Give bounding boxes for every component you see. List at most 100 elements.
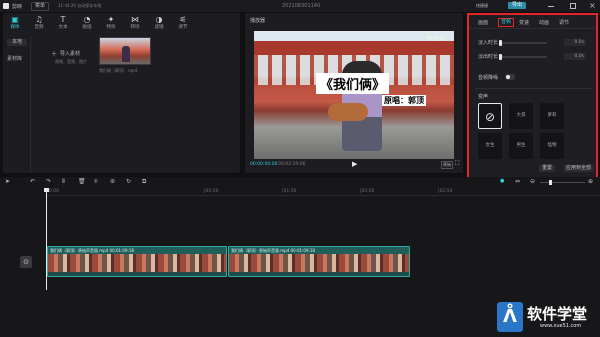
tab-animation[interactable]: 动画 (539, 19, 549, 26)
site-watermark: ᐰ 软件学堂 www.xue51.com (497, 300, 597, 334)
fade-in-slider-knob[interactable] (499, 40, 502, 46)
fade-out-value[interactable]: 0.0s (564, 53, 586, 60)
snap-toggle-icon[interactable]: ● (500, 178, 504, 184)
link-icon[interactable]: ⇔ (515, 178, 520, 185)
app-logo-icon (3, 3, 9, 9)
select-tool-icon[interactable]: ➤ (5, 178, 10, 185)
export-button[interactable]: 导出 (508, 2, 527, 9)
app-name: 剪映 (12, 4, 23, 10)
fade-out-slider-knob[interactable] (499, 54, 502, 60)
video-title-text: 《我们俩》 (320, 78, 386, 93)
zoom-slider-knob[interactable] (549, 180, 552, 185)
playhead-handle[interactable] (44, 188, 49, 192)
fade-in-slider[interactable] (499, 42, 547, 44)
tab-sticker[interactable]: ◔ 贴纸 (78, 15, 96, 30)
import-button[interactable]: ＋ 导入素材 视频、音频、图片 (51, 49, 91, 69)
apply-all-button[interactable]: 应用到全部 (564, 165, 594, 172)
shortcut-button[interactable]: 快捷键 (476, 3, 488, 9)
voice-none[interactable]: ⊘ (478, 103, 502, 129)
delete-icon[interactable]: 🗑 (78, 178, 86, 185)
ruler-label-2: |01:50 (282, 189, 297, 194)
tab-effects[interactable]: ✦ 特效 (102, 15, 120, 30)
tab-audio-inspector[interactable]: 音频 (498, 18, 515, 27)
inspector-panel: 画面 音频 变速 动画 调节 淡入时长 0.0s 淡出时长 0.0s 音频降噪 … (467, 13, 598, 179)
tab-filter[interactable]: ◑ 滤镜 (150, 15, 168, 30)
mirror-icon[interactable]: ⊛ (110, 178, 115, 185)
title-bar: 剪映 菜单 11:44:26 自动保存本地 20210830114​0 快捷键 … (0, 0, 600, 12)
watermark-logo-icon: ᐰ (497, 302, 523, 332)
voice-loli[interactable]: 萝莉 (540, 103, 564, 129)
maximize-icon[interactable] (570, 3, 576, 9)
fade-out-slider[interactable] (499, 56, 547, 58)
toggle-knob (506, 75, 510, 79)
project-title: 20210830114​0 (282, 3, 321, 9)
voice-female[interactable]: 女生 (478, 133, 502, 159)
guitar-shape (328, 103, 368, 121)
track-cover-button[interactable]: ⊙ (20, 256, 32, 268)
clip-2-waveform (229, 272, 409, 276)
autosave-status: 11:44:26 自动保存本地 (58, 3, 102, 8)
fullscreen-icon[interactable]: ⛶ (455, 160, 459, 168)
ratio-button[interactable]: 原始 (441, 161, 453, 169)
tab-speed[interactable]: 变速 (519, 19, 529, 26)
pavilion-roof (254, 41, 454, 55)
reset-button[interactable]: 重置 (539, 165, 556, 172)
clip-1-caption: 我们俩（郭顶）原始声音版.mp4 00:01:09:18 (50, 248, 134, 253)
sticker-icon: ◔ (83, 15, 91, 24)
redo-icon[interactable]: ↷ (46, 178, 51, 185)
sidebar-item-local[interactable]: 本地 (7, 39, 27, 46)
player-panel: 播放器 QQ音乐 《我们俩》 原唱：郭顶 00:00:00:00 00:02:1… (245, 13, 463, 173)
undo-icon[interactable]: ↶ (30, 178, 35, 185)
video-title-overlay: 《我们俩》 (316, 73, 390, 94)
zoom-in-icon[interactable]: ⊕ (588, 178, 593, 185)
tab-text[interactable]: T 文本 (54, 15, 72, 30)
ruler-label-4: |02:50 (438, 189, 453, 194)
adjust-icon: ⚟ (179, 15, 187, 24)
menu-button[interactable]: 菜单 (31, 2, 50, 11)
media-icon: ▣ (11, 15, 19, 24)
watermark-url: www.xue51.com (540, 323, 582, 329)
ruler-label-1: |00:50 (204, 189, 219, 194)
total-time: 00:02:19:06 (278, 162, 306, 167)
split-icon[interactable]: Ⅱ (62, 178, 65, 185)
voice-monster[interactable]: 怪物 (540, 133, 564, 159)
voice-uncle[interactable]: 大叔 (509, 103, 533, 129)
tab-adjust[interactable]: ⚟ 调节 (174, 15, 192, 30)
thumb-person (122, 46, 130, 62)
timeline-clip-2[interactable]: 我们俩（郭顶）原始声音版.mp4 00:01:09:18 (228, 246, 410, 277)
clip-2-caption: 我们俩（郭顶）原始声音版.mp4 00:01:09:18 (231, 248, 315, 253)
effects-icon: ✦ (107, 15, 115, 24)
sidebar-item-library[interactable]: 素材库 (7, 55, 22, 62)
audio-icon: ♫ (35, 15, 43, 24)
none-icon: ⊘ (484, 110, 496, 124)
fade-out-label: 淡出时长 (478, 54, 499, 60)
clip-1-waveform (48, 272, 226, 276)
media-thumbnail[interactable] (99, 37, 151, 65)
tab-picture[interactable]: 画面 (478, 19, 488, 26)
tab-media[interactable]: ▣ 媒体 (6, 15, 24, 30)
tab-transition[interactable]: ⋈ 转场 (126, 15, 144, 30)
fade-in-value[interactable]: 0.0s (564, 39, 586, 46)
rotate-icon[interactable]: ↻ (126, 178, 131, 185)
close-icon[interactable]: × (589, 1, 596, 10)
tab-adjust-inspector[interactable]: 调节 (559, 19, 569, 26)
minimize-icon[interactable] (548, 6, 554, 7)
watermark-name: 软件学堂 (527, 305, 588, 323)
tab-audio[interactable]: ♫ 音频 (30, 15, 48, 30)
media-panel: ▣ 媒体 ♫ 音频 T 文本 ◔ 贴纸 ✦ 特效 ⋈ 转场 ◑ 滤镜 ⚟ 调节 本地 素材库 ＋… (3, 13, 240, 173)
media-sidebar: 本地 素材库 (3, 37, 31, 173)
current-time: 00:00:00:00 (250, 162, 278, 167)
play-icon[interactable]: ▶ (352, 160, 357, 168)
timeline-clip-1[interactable]: 我们俩（郭顶）原始声音版.mp4 00:01:09:18 (47, 246, 227, 277)
video-subtitle-text: 原唱：郭顶 (382, 95, 426, 106)
zoom-out-icon[interactable]: ⊖ (530, 178, 535, 185)
freeze-icon[interactable]: ⌾ (94, 178, 98, 186)
crop-icon[interactable]: ⧉ (142, 178, 146, 186)
video-preview: QQ音乐 《我们俩》 原唱：郭顶 (254, 31, 454, 159)
noise-reduction-toggle[interactable] (505, 74, 515, 80)
transition-icon: ⋈ (131, 15, 139, 24)
section-divider (475, 88, 592, 89)
voice-male[interactable]: 男生 (509, 133, 533, 159)
noise-reduction-label: 音频降噪 (478, 75, 499, 81)
zoom-slider[interactable] (540, 182, 585, 183)
